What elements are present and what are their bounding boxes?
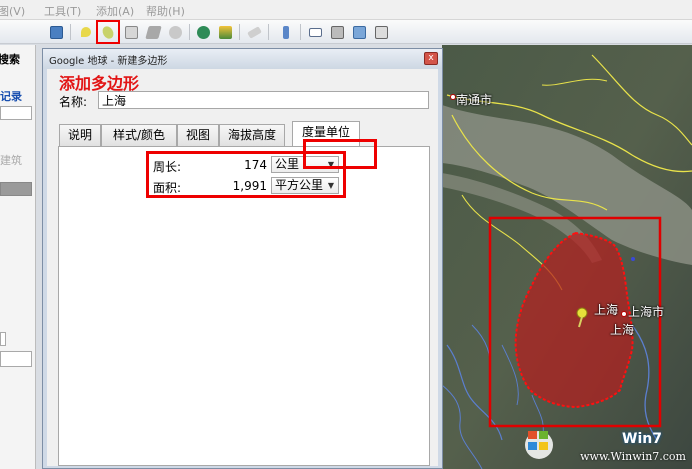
clock-icon bbox=[196, 25, 210, 39]
toolbar-separator bbox=[70, 24, 71, 40]
placemark-icon bbox=[81, 27, 91, 37]
map-label-shanghai-center: 上海 bbox=[610, 323, 635, 337]
ruler-button[interactable] bbox=[244, 22, 264, 42]
menu-add[interactable]: 添加(A) bbox=[96, 3, 134, 19]
polygon-icon bbox=[100, 23, 116, 41]
area-unit-select[interactable]: 平方公里 ▼ bbox=[271, 177, 339, 194]
build-label: 建筑 bbox=[0, 154, 22, 167]
email-button[interactable] bbox=[305, 22, 325, 42]
map-label-shanghai-city: 上海市 bbox=[628, 305, 665, 319]
close-button[interactable]: x bbox=[424, 52, 438, 65]
layers-header[interactable] bbox=[0, 351, 32, 367]
add-image-overlay-button[interactable] bbox=[143, 22, 163, 42]
perimeter-unit: 公里 bbox=[275, 157, 300, 171]
add-path-button[interactable] bbox=[121, 22, 141, 42]
sidebar-icon bbox=[49, 25, 63, 39]
tab-altitude[interactable]: 海拔高度 bbox=[219, 124, 285, 146]
email-icon bbox=[308, 27, 322, 37]
save-image-icon bbox=[352, 25, 366, 39]
perimeter-value: 174 bbox=[244, 158, 267, 172]
watermark-url: www.Winwin7.com bbox=[580, 450, 686, 463]
historical-imagery-button[interactable] bbox=[193, 22, 213, 42]
map-label-shanghai-pin: 上海 bbox=[594, 303, 619, 317]
image-overlay-icon bbox=[144, 25, 162, 39]
sunlight-button[interactable] bbox=[215, 22, 235, 42]
sidebar-toggle-button[interactable] bbox=[46, 22, 66, 42]
toolbar-separator bbox=[239, 24, 240, 40]
ruler-icon bbox=[246, 25, 262, 39]
watermark-brand: Win7 bbox=[622, 431, 662, 447]
sun-icon bbox=[218, 25, 232, 39]
chevron-down-icon: ▼ bbox=[327, 181, 334, 190]
panel-icon bbox=[283, 25, 289, 39]
layers-field[interactable] bbox=[0, 332, 6, 346]
area-unit: 平方公里 bbox=[275, 178, 324, 192]
add-placemark-button[interactable] bbox=[76, 22, 96, 42]
tab-style-color[interactable]: 样式/颜色 bbox=[101, 124, 177, 146]
path-icon bbox=[124, 25, 138, 39]
area-label: 面积: bbox=[153, 181, 182, 195]
tab-description[interactable]: 说明 bbox=[59, 124, 101, 146]
map-view[interactable]: 南通市 上海 上海市 上海 Win7 www.Winwin7.com bbox=[442, 45, 692, 469]
dialog-title: Google 地球 - 新建多边形 bbox=[49, 56, 168, 67]
menu-help[interactable]: 帮助(H) bbox=[146, 3, 185, 19]
places-header[interactable] bbox=[0, 182, 32, 196]
map-imagery bbox=[442, 45, 692, 469]
save-image-button[interactable] bbox=[349, 22, 369, 42]
dialog-body: 添加多边形 名称: 说明 样式/颜色 视图 海拔高度 度量单位 周长: 174 … bbox=[47, 69, 438, 466]
left-panel: 搜索 记录 建筑 bbox=[0, 45, 36, 469]
add-polygon-button[interactable] bbox=[96, 20, 120, 44]
records-link[interactable]: 记录 bbox=[0, 88, 22, 104]
search-field[interactable] bbox=[0, 106, 32, 120]
record-tour-button[interactable] bbox=[165, 22, 185, 42]
toolbar bbox=[0, 20, 692, 44]
record-tour-icon bbox=[168, 25, 182, 39]
print-icon bbox=[330, 25, 344, 39]
toolbar-separator bbox=[300, 24, 301, 40]
sidebar-panel-button[interactable] bbox=[276, 22, 296, 42]
perimeter-label: 周长: bbox=[153, 160, 182, 174]
tab-highlight bbox=[303, 139, 377, 169]
menu-view[interactable]: 图(V) bbox=[0, 3, 25, 19]
map-icon bbox=[374, 25, 388, 39]
search-header[interactable]: 搜索 bbox=[0, 51, 20, 67]
menu-bar: 图(V) 工具(T) 添加(A) 帮助(H) bbox=[0, 0, 692, 20]
dialog-titlebar[interactable]: Google 地球 - 新建多边形 x bbox=[43, 49, 442, 69]
name-label: 名称: bbox=[59, 95, 88, 109]
area-value: 1,991 bbox=[232, 179, 267, 193]
print-button[interactable] bbox=[327, 22, 347, 42]
tab-view[interactable]: 视图 bbox=[177, 124, 219, 146]
view-maps-button[interactable] bbox=[371, 22, 391, 42]
name-input[interactable] bbox=[98, 91, 429, 109]
toolbar-separator bbox=[189, 24, 190, 40]
map-label-nantong: 南通市 bbox=[456, 93, 493, 107]
new-polygon-dialog: Google 地球 - 新建多边形 x 添加多边形 名称: 说明 样式/颜色 视… bbox=[42, 48, 443, 469]
toolbar-separator bbox=[268, 24, 269, 40]
area-row: 面积: 1,991 平方公里 ▼ bbox=[149, 176, 343, 196]
menu-tools[interactable]: 工具(T) bbox=[44, 3, 81, 19]
